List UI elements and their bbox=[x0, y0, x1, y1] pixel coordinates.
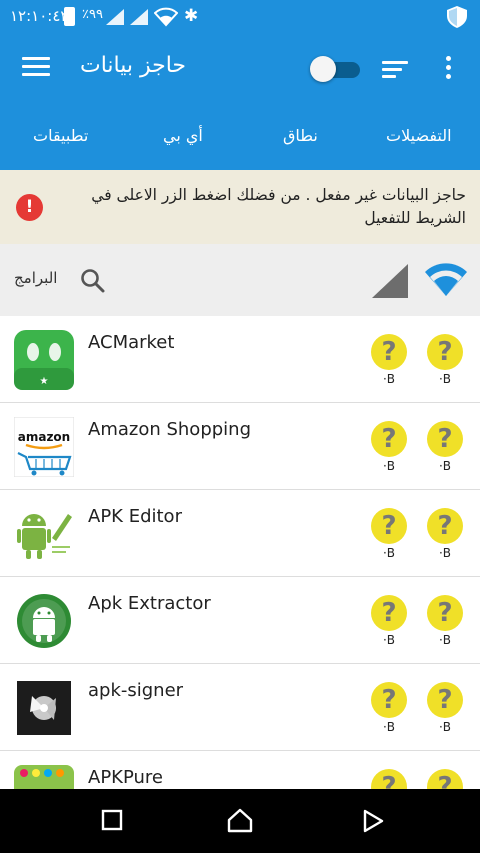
wifi-icon[interactable] bbox=[423, 260, 469, 298]
wifi-usage[interactable]: ? ·B bbox=[427, 682, 463, 734]
wifi-status-icon bbox=[154, 7, 178, 27]
tab-ip[interactable]: أي بي bbox=[163, 126, 203, 145]
status-bar: ١٢:١٠:٤٢ ٪٩٩ ✱ bbox=[0, 0, 480, 34]
app-name: Apk Extractor bbox=[88, 593, 211, 614]
search-icon[interactable] bbox=[80, 268, 106, 294]
app-list: ★ ACMarket ? ·B ? ·B amazon Amazon Shopp… bbox=[0, 316, 480, 789]
question-icon: ? bbox=[371, 595, 407, 631]
cell-usage-value: ·B bbox=[382, 720, 396, 734]
cell-usage-value: ·B bbox=[382, 372, 396, 386]
wifi-usage-value: ·B bbox=[438, 459, 452, 473]
signal-icon bbox=[106, 9, 124, 25]
back-icon[interactable] bbox=[362, 809, 384, 833]
home-icon[interactable] bbox=[226, 807, 254, 833]
filter-bar: البرامج bbox=[0, 244, 480, 316]
apk-extractor-app-icon bbox=[17, 594, 71, 648]
bluetooth-icon: ✱ bbox=[184, 6, 199, 26]
acmarket-app-icon: ★ bbox=[14, 330, 74, 390]
app-row[interactable]: apk-signer ? ·B ? ·B bbox=[0, 664, 480, 751]
more-options-icon[interactable] bbox=[446, 56, 454, 82]
question-icon: ? bbox=[427, 421, 463, 457]
cell-usage[interactable]: ? ·B bbox=[371, 421, 407, 473]
sort-icon[interactable] bbox=[382, 61, 408, 79]
svg-text:★: ★ bbox=[40, 376, 49, 387]
wifi-usage[interactable]: ? ·B bbox=[427, 421, 463, 473]
app-name: apk-signer bbox=[88, 680, 184, 701]
app-name: ACMarket bbox=[88, 332, 175, 353]
question-icon: ? bbox=[371, 682, 407, 718]
wifi-usage[interactable]: ? ·B bbox=[427, 508, 463, 560]
firewall-toggle[interactable] bbox=[310, 56, 360, 82]
amazon-app-icon: amazon bbox=[14, 417, 74, 477]
app-name: Amazon Shopping bbox=[88, 419, 252, 440]
status-time: ١٢:١٠:٤٢ bbox=[10, 7, 69, 25]
app-name: APK Editor bbox=[88, 506, 182, 527]
wifi-usage-value: ·B bbox=[438, 546, 452, 560]
cell-usage[interactable]: ? ·B bbox=[371, 682, 407, 734]
app-row[interactable]: APKPure ? ? bbox=[0, 751, 480, 789]
alert-icon: ! bbox=[16, 194, 43, 221]
apk-signer-app-icon bbox=[17, 681, 71, 735]
shield-icon bbox=[447, 6, 467, 28]
wifi-usage[interactable]: ? ·B bbox=[427, 595, 463, 647]
cell-usage-value: ·B bbox=[382, 546, 396, 560]
wifi-usage-value: ·B bbox=[438, 633, 452, 647]
wifi-usage[interactable]: ? bbox=[427, 769, 463, 789]
apk-editor-app-icon bbox=[14, 504, 74, 564]
question-icon: ? bbox=[371, 769, 407, 789]
question-icon: ? bbox=[427, 508, 463, 544]
app-row[interactable]: ★ ACMarket ? ·B ? ·B bbox=[0, 316, 480, 403]
warning-text: حاجز البيانات غير مفعل . من فضلك اضغط ال… bbox=[91, 186, 466, 227]
battery-icon bbox=[64, 7, 75, 26]
question-icon: ? bbox=[427, 682, 463, 718]
cell-usage-value: ·B bbox=[382, 633, 396, 647]
cell-usage-value: ·B bbox=[382, 459, 396, 473]
disabled-warning-banner: ! حاجز البيانات غير مفعل . من فضلك اضغط … bbox=[0, 170, 480, 244]
cell-usage[interactable]: ? ·B bbox=[371, 334, 407, 386]
tab-bar: التفضيلات نطاق أي بي تطبيقات bbox=[0, 104, 480, 170]
cell-usage[interactable]: ? ·B bbox=[371, 595, 407, 647]
wifi-usage[interactable]: ? ·B bbox=[427, 334, 463, 386]
toggle-thumb bbox=[310, 56, 336, 82]
question-icon: ? bbox=[371, 421, 407, 457]
question-icon: ? bbox=[427, 334, 463, 370]
tab-preferences[interactable]: التفضيلات bbox=[386, 126, 452, 145]
question-icon: ? bbox=[427, 769, 463, 789]
app-row[interactable]: APK Editor ? ·B ? ·B bbox=[0, 490, 480, 577]
programs-label: البرامج bbox=[14, 269, 58, 287]
cell-usage[interactable]: ? bbox=[371, 769, 407, 789]
tab-domain[interactable]: نطاق bbox=[283, 126, 318, 145]
app-title: حاجز بيانات bbox=[80, 53, 187, 78]
wifi-usage-value: ·B bbox=[438, 372, 452, 386]
amazon-logo-text: amazon bbox=[18, 430, 70, 444]
recents-icon[interactable] bbox=[101, 809, 123, 831]
app-row[interactable]: Apk Extractor ? ·B ? ·B bbox=[0, 577, 480, 664]
app-name: APKPure bbox=[88, 767, 163, 788]
cell-usage[interactable]: ? ·B bbox=[371, 508, 407, 560]
question-icon: ? bbox=[371, 508, 407, 544]
menu-icon[interactable] bbox=[22, 57, 50, 79]
navigation-bar bbox=[0, 789, 480, 853]
wifi-usage-value: ·B bbox=[438, 720, 452, 734]
battery-level: ٪٩٩ bbox=[82, 7, 103, 22]
apkpure-app-icon bbox=[14, 765, 74, 789]
question-icon: ? bbox=[427, 595, 463, 631]
question-icon: ? bbox=[371, 334, 407, 370]
signal-icon bbox=[130, 9, 148, 25]
app-row[interactable]: amazon Amazon Shopping ? ·B ? ·B bbox=[0, 403, 480, 490]
mobile-data-icon[interactable] bbox=[370, 262, 410, 300]
tab-apps[interactable]: تطبيقات bbox=[33, 126, 88, 145]
app-bar: حاجز بيانات bbox=[0, 34, 480, 104]
